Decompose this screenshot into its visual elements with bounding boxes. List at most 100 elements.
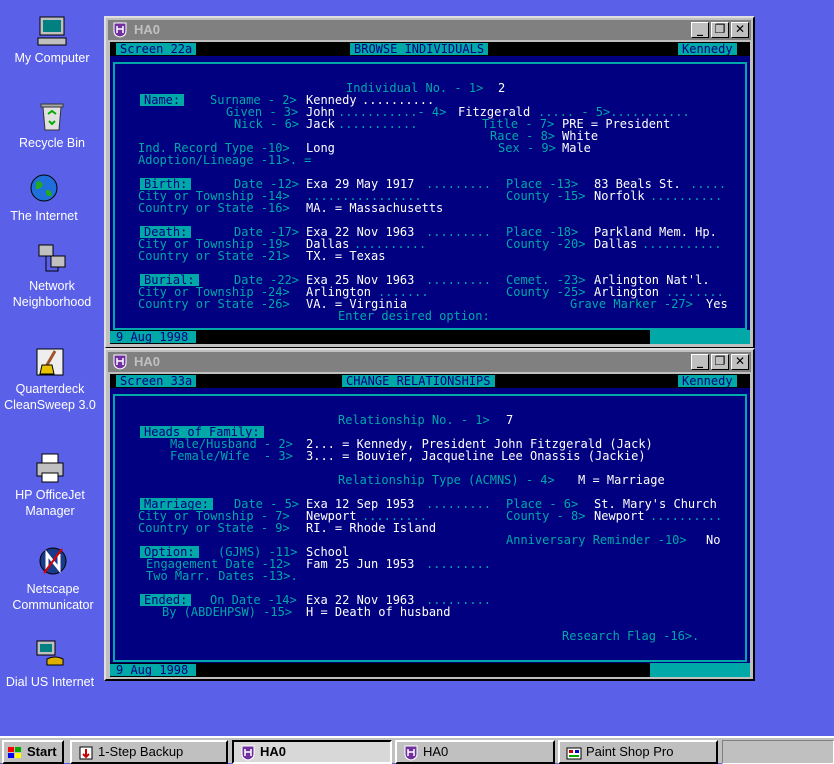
window-change-relationships: HA0 _ ❐ ✕ Screen 33a CHANGE RELATIONSHIP… [104, 348, 755, 681]
start-button[interactable]: Start [2, 740, 64, 764]
minimize-button[interactable]: _ [691, 354, 709, 370]
field-filler: ......... [426, 557, 492, 571]
taskbar-button-label: HA0 [423, 744, 449, 759]
ha0-icon [113, 354, 127, 370]
field-label: Research Flag -16>. [562, 629, 700, 643]
desktop-icon-my-computer[interactable]: My Computer [2, 14, 102, 66]
taskbar-button-label: HA0 [260, 744, 287, 759]
desktop-icon-network-neighborhood[interactable]: Network Neighborhood [2, 242, 102, 310]
field-value[interactable]: Jack [306, 118, 335, 130]
field-value[interactable]: MA. = Massachusetts [306, 202, 443, 214]
desktop-icon-recycle-bin[interactable]: Recycle Bin [2, 99, 102, 151]
close-button[interactable]: ✕ [731, 22, 749, 38]
window-titlebar[interactable]: HA0 _ ❐ ✕ [108, 20, 751, 40]
field-value[interactable]: 2 [498, 82, 505, 94]
status-right-block [650, 330, 750, 344]
status-date: 9 Aug 1998 [110, 664, 197, 676]
family-name: Kennedy [678, 43, 737, 55]
field-value[interactable]: No [706, 534, 720, 546]
field-label: County -20> [506, 237, 586, 251]
netscape-icon [39, 547, 67, 575]
minimize-button[interactable]: _ [691, 22, 709, 38]
section-header-name: Name: [140, 94, 185, 106]
field-label: Sex - 9> [498, 141, 556, 155]
window-titlebar[interactable]: HA0 _ ❐ ✕ [108, 352, 751, 372]
taskbar: Start 1-Step Backup HA0 HA0 Paint Shop P… [0, 736, 834, 764]
desktop-icon-the-internet[interactable]: The Internet [0, 172, 94, 224]
field-value[interactable]: Fam 25 Jun 1953 [306, 558, 414, 570]
field-filler: ......... [426, 273, 492, 287]
taskbar-button-1-step-backup[interactable]: 1-Step Backup [70, 740, 228, 764]
field-value[interactable]: 7 [506, 414, 513, 426]
field-label: Relationship No. - 1> [338, 413, 490, 427]
desktop-icon-label: The Internet [10, 209, 78, 223]
field-label: By (ABDEHPSW) -15> [162, 605, 293, 619]
field-value[interactable]: Newport [594, 510, 645, 522]
taskbar-button-ha0-active[interactable]: HA0 [232, 740, 392, 764]
field-label: Adoption/Lineage -11>. = [138, 153, 312, 167]
windows-logo-icon [8, 746, 21, 758]
field-label: County - 8> [506, 509, 586, 523]
taskbar-button-label: 1-Step Backup [98, 744, 184, 759]
field-value[interactable]: Yes [706, 298, 728, 310]
status-bar: 9 Aug 1998 [110, 663, 750, 677]
field-value[interactable]: Male [562, 142, 591, 154]
field-label: Relationship Type (ACMNS) - 4> [338, 473, 555, 487]
desktop-icon-label: Quarterdeck CleanSweep 3.0 [4, 382, 96, 412]
window-browse-individuals: HA0 _ ❐ ✕ Screen 22a BROWSE INDIVIDUALS … [104, 16, 755, 349]
ha0-icon [113, 22, 127, 38]
maximize-button[interactable]: ❐ [711, 354, 729, 370]
field-label: Two Marr. Dates -13>. [146, 569, 298, 583]
backup-icon [79, 746, 93, 760]
field-label: Country or State -21> [138, 249, 290, 263]
field-filler: ........... [642, 237, 722, 251]
field-filler: ........... [338, 117, 418, 131]
screen-heading: CHANGE RELATIONSHIPS [342, 375, 495, 387]
screen-header-bar: Screen 33a CHANGE RELATIONSHIPS Kennedy [110, 374, 750, 388]
status-bar: 9 Aug 1998 [110, 330, 750, 344]
family-name: Kennedy [678, 375, 737, 387]
ha0-icon [404, 745, 418, 761]
screen-heading: BROWSE INDIVIDUALS [350, 43, 489, 55]
taskbar-button-paint-shop-pro[interactable]: Paint Shop Pro [558, 740, 718, 764]
field-value[interactable]: Dallas [594, 238, 637, 250]
dialup-icon [36, 640, 64, 666]
screen-id: Screen 22a [116, 43, 197, 55]
paintshop-icon [566, 747, 582, 760]
desktop-icon-label: Recycle Bin [19, 136, 85, 150]
field-value[interactable]: TX. = Texas [306, 250, 385, 262]
field-label: Country or State -26> [138, 297, 290, 311]
field-value[interactable]: 3... = Bouvier, Jacqueline Lee Onassis (… [306, 450, 646, 462]
field-filler: ......... [426, 177, 492, 191]
maximize-button[interactable]: ❐ [711, 22, 729, 38]
field-value[interactable]: M = Marriage [578, 474, 665, 486]
field-value[interactable]: H = Death of husband [306, 606, 451, 618]
field-value[interactable]: RI. = Rhode Island [306, 522, 436, 534]
desktop-icon-label: My Computer [14, 51, 90, 65]
globe-icon [30, 174, 58, 202]
desktop-icon-dial-us[interactable]: Dial US Internet [0, 638, 100, 690]
taskbar-button-ha0[interactable]: HA0 [395, 740, 555, 764]
desktop-icon-hp-officejet[interactable]: HP OfficeJet Manager [0, 451, 100, 519]
window-title: HA0 [134, 22, 161, 37]
start-label: Start [27, 744, 57, 759]
desktop-icon-label: Netscape Communicator [12, 582, 94, 612]
taskbar-tray [722, 740, 834, 764]
field-value[interactable]: Norfolk [594, 190, 645, 202]
recycle-bin-icon [40, 103, 64, 131]
desktop-icon-netscape[interactable]: Netscape Communicator [3, 545, 103, 613]
field-label: County -15> [506, 189, 586, 203]
input-prompt[interactable]: Enter desired option: [338, 310, 490, 322]
taskbar-button-label: Paint Shop Pro [586, 744, 674, 759]
desktop-icon-label: Network Neighborhood [12, 279, 92, 309]
desktop-icon-label: HP OfficeJet Manager [15, 488, 85, 518]
computer-icon [37, 16, 67, 46]
status-date: 9 Aug 1998 [110, 331, 197, 343]
console-area[interactable]: Screen 22a BROWSE INDIVIDUALS Kennedy In… [110, 42, 750, 344]
field-filler: .......... [650, 189, 723, 203]
desktop-icon-cleansweep[interactable]: Quarterdeck CleanSweep 3.0 [0, 345, 100, 413]
desktop-icon-label: Dial US Internet [5, 675, 95, 689]
field-filler: .......... [650, 509, 723, 523]
console-area[interactable]: Screen 33a CHANGE RELATIONSHIPS Kennedy … [110, 374, 750, 677]
close-button[interactable]: ✕ [731, 354, 749, 370]
